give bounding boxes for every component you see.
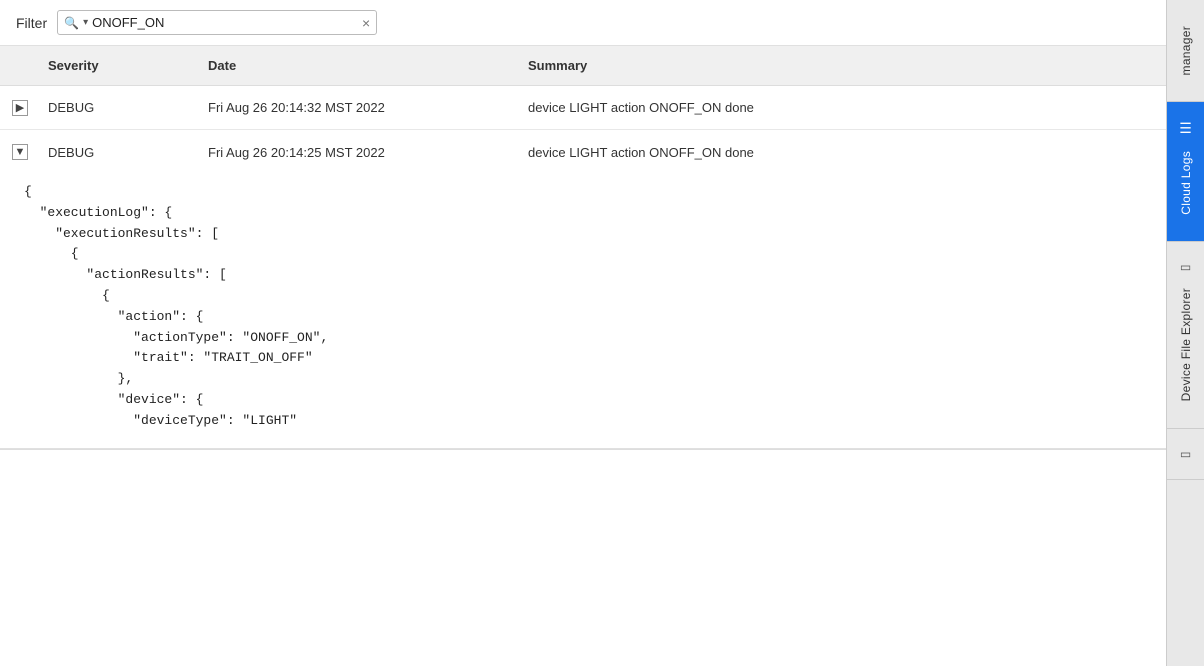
expand-icon[interactable]: ▶ — [12, 100, 28, 116]
cell-severity: DEBUG — [40, 137, 200, 168]
table-row: ▶ DEBUG Fri Aug 26 20:14:32 MST 2022 dev… — [0, 86, 1166, 130]
cell-summary: device LIGHT action ONOFF_ON done — [520, 137, 1166, 168]
sidebar-tab-device-file-explorer[interactable]: ▭ Device File Explorer — [1167, 242, 1204, 428]
column-header-date: Date — [200, 54, 520, 77]
sidebar-tab-cloud-logs-wrapper: ☰ Cloud Logs — [1175, 112, 1197, 231]
table-body: ▶ DEBUG Fri Aug 26 20:14:32 MST 2022 dev… — [0, 86, 1166, 666]
sidebar-tab-e-wrapper: ▭ — [1176, 439, 1195, 469]
filter-input-wrapper[interactable]: 🔍 ▾ × — [57, 10, 377, 35]
column-header-summary: Summary — [520, 54, 1166, 77]
row-collapse-button[interactable]: ▼ — [0, 140, 40, 164]
sidebar-tab-cloud-logs[interactable]: ☰ Cloud Logs — [1167, 102, 1204, 242]
sidebar-tab-cloud-logs-label: Cloud Logs — [1179, 143, 1193, 223]
sidebar-tab-manager-wrapper: manager — [1175, 10, 1197, 91]
cell-date: Fri Aug 26 20:14:32 MST 2022 — [200, 92, 520, 123]
sidebar-tab-manager-label: manager — [1179, 18, 1193, 83]
right-sidebar: manager ☰ Cloud Logs ▭ Device File Explo… — [1166, 0, 1204, 666]
cloud-logs-icon: ☰ — [1179, 120, 1192, 137]
table-header: Severity Date Summary — [0, 46, 1166, 86]
collapse-icon[interactable]: ▼ — [12, 144, 28, 160]
row-expand-button[interactable]: ▶ — [0, 96, 40, 120]
table-row: ▼ DEBUG Fri Aug 26 20:14:25 MST 2022 dev… — [0, 130, 1166, 174]
main-content: Filter 🔍 ▾ × Severity Date Summary ▶ DEB… — [0, 0, 1166, 666]
cell-summary: device LIGHT action ONOFF_ON done — [520, 92, 1166, 123]
cell-severity: DEBUG — [40, 92, 200, 123]
json-detail-content: { "executionLog": { "executionResults": … — [0, 174, 1166, 449]
filter-dropdown-arrow[interactable]: ▾ — [83, 17, 88, 28]
filter-label: Filter — [16, 15, 47, 31]
filter-input[interactable] — [92, 15, 358, 30]
sidebar-tab-device-file-explorer-wrapper: ▭ Device File Explorer — [1175, 252, 1197, 417]
sidebar-tab-e[interactable]: ▭ — [1167, 429, 1204, 480]
column-header-toggle — [0, 54, 40, 77]
expanded-section: ▼ DEBUG Fri Aug 26 20:14:25 MST 2022 dev… — [0, 130, 1166, 450]
sidebar-tab-manager[interactable]: manager — [1167, 0, 1204, 102]
sidebar-tab-device-file-explorer-label: Device File Explorer — [1179, 280, 1193, 409]
column-header-severity: Severity — [40, 54, 200, 77]
search-icon: 🔍 — [64, 16, 79, 30]
filter-clear-button[interactable]: × — [362, 16, 370, 30]
e-tab-icon: ▭ — [1180, 447, 1191, 461]
filter-bar: Filter 🔍 ▾ × — [0, 0, 1166, 46]
cell-date: Fri Aug 26 20:14:25 MST 2022 — [200, 137, 520, 168]
device-file-explorer-icon: ▭ — [1180, 260, 1191, 274]
